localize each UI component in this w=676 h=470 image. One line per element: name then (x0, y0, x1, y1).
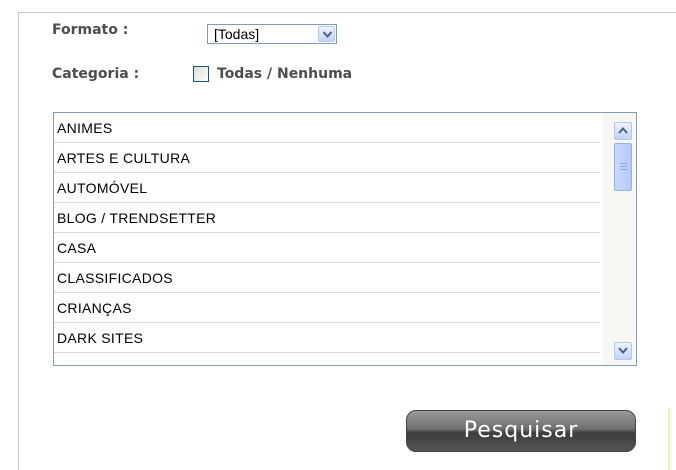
select-dropdown-button[interactable] (318, 26, 335, 42)
search-button[interactable]: Pesquisar (406, 410, 636, 452)
category-list: ANIMES ARTES E CULTURA AUTOMÓVEL BLOG / … (54, 113, 600, 353)
list-item[interactable]: CRIANÇAS (54, 293, 600, 323)
chevron-down-icon (323, 31, 332, 38)
list-item[interactable]: CLASSIFICADOS (54, 263, 600, 293)
category-listbox[interactable]: ANIMES ARTES E CULTURA AUTOMÓVEL BLOG / … (53, 112, 637, 366)
chevron-down-icon (618, 347, 628, 354)
scroll-down-button[interactable] (614, 342, 632, 360)
scroll-thumb[interactable] (614, 143, 632, 191)
list-item[interactable]: CASA (54, 233, 600, 263)
scroll-up-button[interactable] (614, 122, 632, 140)
list-item[interactable]: BLOG / TRENDSETTER (54, 203, 600, 233)
thumb-grip-line (620, 166, 627, 167)
thumb-grip-line (620, 163, 627, 164)
list-item[interactable]: ANIMES (54, 113, 600, 143)
list-scrollbar[interactable] (602, 113, 636, 365)
all-categories-checkbox[interactable] (193, 66, 209, 82)
format-label: Formato : (52, 22, 129, 38)
chevron-up-icon (618, 127, 628, 134)
list-item[interactable]: DARK SITES (54, 323, 600, 353)
format-select-value: [Todas] (214, 26, 260, 42)
list-item[interactable]: ARTES E CULTURA (54, 143, 600, 173)
search-form-panel: Formato : [Todas] Categoria : Todas / Ne… (0, 0, 676, 470)
category-label: Categoria : (52, 66, 140, 82)
all-none-label: Todas / Nenhuma (217, 66, 353, 82)
thumb-grip-line (620, 169, 627, 170)
format-select[interactable]: [Todas] (207, 24, 337, 44)
panel-top-border (18, 12, 676, 13)
decorative-edge-line (668, 408, 670, 470)
panel-left-border (18, 12, 19, 470)
list-item[interactable]: AUTOMÓVEL (54, 173, 600, 203)
